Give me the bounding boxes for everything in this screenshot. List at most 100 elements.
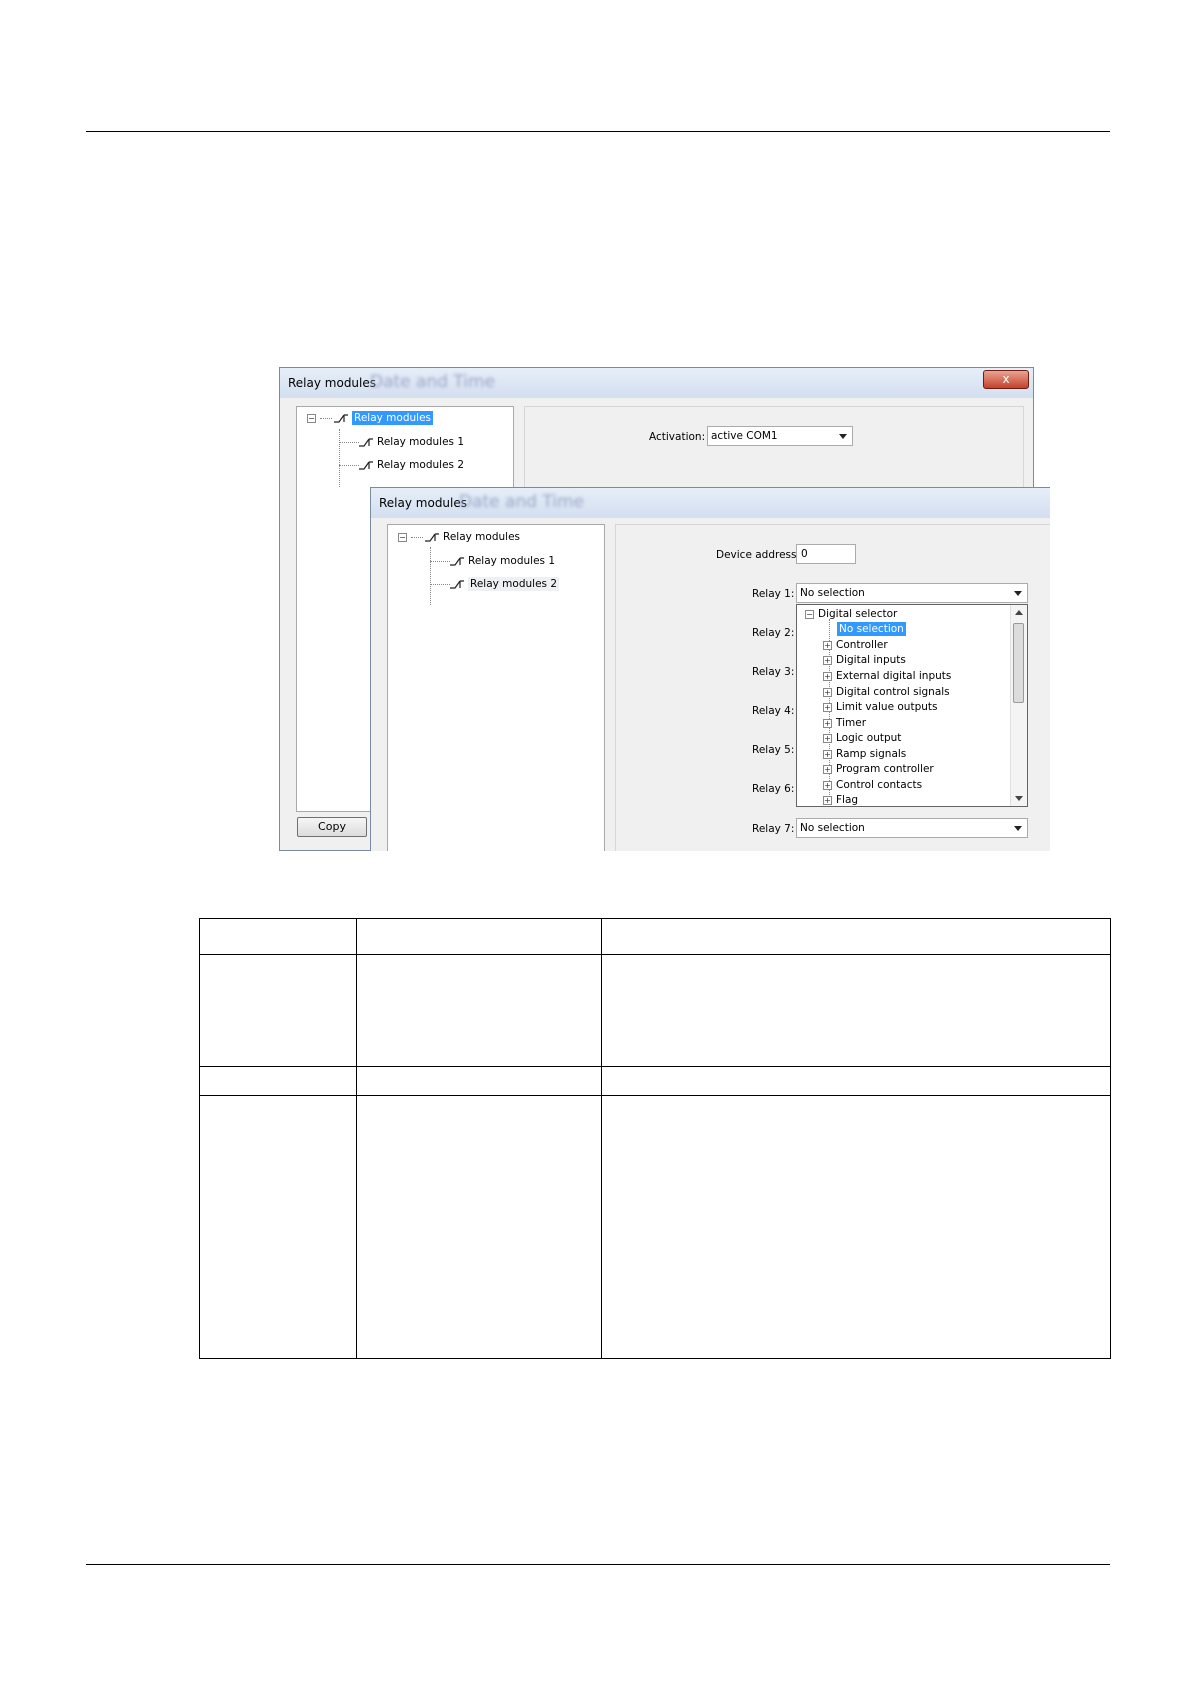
inner-settings-panel: Device address: 0 Relay 1: No selection … <box>615 524 1050 851</box>
dropdown-scrollbar[interactable] <box>1010 605 1027 806</box>
outer-titlebar[interactable]: Relay modules Date and Time x <box>280 368 1033 398</box>
copy-button[interactable]: Copy <box>297 817 367 837</box>
inner-blurred-title: Date and Time <box>459 492 585 512</box>
table-cell <box>356 954 602 1067</box>
relay-7-value: No selection <box>800 822 865 834</box>
dropdown-item-label: Digital inputs <box>836 654 906 666</box>
dropdown-item-label: Controller <box>836 639 888 651</box>
activation-select[interactable]: active COM1 <box>707 426 853 446</box>
document-table <box>199 918 1111 1359</box>
table-cell <box>601 1066 1111 1096</box>
scroll-down-icon[interactable] <box>1015 796 1023 802</box>
relay-6-label: Relay 6: <box>752 783 795 795</box>
relay-4-label: Relay 4: <box>752 705 795 717</box>
inner-tree-child-1-label: Relay modules 1 <box>468 555 556 567</box>
dropdown-item[interactable]: + External digital inputs <box>823 670 951 682</box>
table-cell <box>356 918 602 955</box>
dropdown-item[interactable]: + Limit value outputs <box>823 701 938 713</box>
inner-title: Relay modules <box>379 496 468 510</box>
outer-tree-root-label: Relay modules <box>352 411 434 425</box>
outer-tree-child-1-label: Relay modules 1 <box>377 436 465 448</box>
dropdown-item-label: Control contacts <box>836 779 923 791</box>
table-cell <box>199 1095 357 1359</box>
device-address-input[interactable]: 0 <box>796 544 856 564</box>
table-cell <box>601 918 1111 955</box>
inner-titlebar[interactable]: Relay modules Date and Time <box>371 488 1050 518</box>
expand-icon[interactable]: + <box>823 795 832 805</box>
expand-icon[interactable]: + <box>823 733 832 743</box>
relay-icon <box>425 532 439 542</box>
inner-tree-child-2-label: Relay modules 2 <box>468 577 560 591</box>
inner-tree-child-2[interactable]: Relay modules 2 <box>450 577 560 591</box>
table-cell <box>601 1095 1111 1359</box>
expand-icon[interactable]: + <box>823 655 832 665</box>
collapse-icon[interactable]: − <box>805 609 814 619</box>
relay-icon <box>334 413 348 423</box>
dropdown-item-selected[interactable]: No selection <box>837 622 906 636</box>
footer-rule <box>86 1564 1110 1565</box>
close-button[interactable]: x <box>983 370 1029 389</box>
dropdown-item-label: Limit value outputs <box>836 701 938 713</box>
copy-button-label: Copy <box>318 820 346 833</box>
activation-label: Activation: <box>649 431 706 443</box>
dropdown-item[interactable]: + Control contacts <box>823 779 922 791</box>
outer-tree-child-1[interactable]: Relay modules 1 <box>359 436 464 448</box>
dropdown-item-label: Ramp signals <box>836 748 907 760</box>
inner-tree-child-1[interactable]: Relay modules 1 <box>450 555 555 567</box>
dropdown-item-label: Logic output <box>836 732 902 744</box>
table-cell <box>356 1095 602 1359</box>
dropdown-item-label: External digital inputs <box>836 670 952 682</box>
dropdown-root[interactable]: − Digital selector <box>805 608 897 620</box>
outer-title: Relay modules <box>288 376 377 390</box>
collapse-icon[interactable]: − <box>307 413 316 423</box>
dropdown-item[interactable]: + Digital inputs <box>823 654 906 666</box>
expand-icon[interactable]: + <box>823 764 832 774</box>
header-rule <box>86 131 1110 132</box>
collapse-icon[interactable]: − <box>398 532 407 542</box>
dropdown-item[interactable]: + Flag <box>823 794 858 806</box>
dropdown-item[interactable]: + Digital control signals <box>823 686 950 698</box>
relay-1-select[interactable]: No selection <box>796 583 1028 603</box>
dropdown-item[interactable]: + Ramp signals <box>823 748 906 760</box>
scrollbar-thumb[interactable] <box>1013 623 1024 703</box>
inner-tree-root-label: Relay modules <box>443 531 521 543</box>
dropdown-item[interactable]: + Logic output <box>823 732 901 744</box>
relay-5-label: Relay 5: <box>752 744 795 756</box>
expand-icon[interactable]: + <box>823 640 832 650</box>
table-cell <box>199 954 357 1067</box>
dropdown-item[interactable]: + Timer <box>823 717 866 729</box>
table-cell <box>601 954 1111 1067</box>
digital-selector-dropdown[interactable]: − Digital selector No selection + Controll… <box>796 604 1028 807</box>
expand-icon[interactable]: + <box>823 718 832 728</box>
table-cell <box>199 1066 357 1096</box>
table-row <box>199 1066 1111 1096</box>
dropdown-item-selected-label: No selection <box>837 622 906 636</box>
expand-icon[interactable]: + <box>823 687 832 697</box>
expand-icon[interactable]: + <box>823 780 832 790</box>
activation-value: active COM1 <box>711 430 778 442</box>
inner-tree-panel: − Relay modules Relay modules 1 Relay mod… <box>387 524 605 851</box>
relay-3-label: Relay 3: <box>752 666 795 678</box>
expand-icon[interactable]: + <box>823 671 832 681</box>
scroll-up-icon[interactable] <box>1015 609 1023 615</box>
relay-1-label: Relay 1: <box>752 588 795 600</box>
relay-1-value: No selection <box>800 587 865 599</box>
outer-tree-root[interactable]: − Relay modules <box>307 411 434 425</box>
inner-tree-root[interactable]: − Relay modules <box>398 531 520 543</box>
dropdown-item[interactable]: + Controller <box>823 639 888 651</box>
table-row <box>199 954 1111 1067</box>
dropdown-item[interactable]: + Program controller <box>823 763 934 775</box>
device-address-value: 0 <box>801 548 808 560</box>
expand-icon[interactable]: + <box>823 749 832 759</box>
inner-relay-dialog: Relay modules Date and Time − Relay modul… <box>370 487 1050 851</box>
dropdown-item-label: Flag <box>836 794 859 806</box>
relay-icon <box>450 556 464 566</box>
outer-blurred-title: Date and Time <box>370 372 496 392</box>
expand-icon[interactable]: + <box>823 702 832 712</box>
chevron-down-icon <box>1014 591 1022 596</box>
outer-tree-child-2-label: Relay modules 2 <box>377 459 465 471</box>
table-cell <box>356 1066 602 1096</box>
outer-tree-child-2[interactable]: Relay modules 2 <box>359 459 464 471</box>
relay-2-label: Relay 2: <box>752 627 795 639</box>
relay-7-select[interactable]: No selection <box>796 818 1028 838</box>
